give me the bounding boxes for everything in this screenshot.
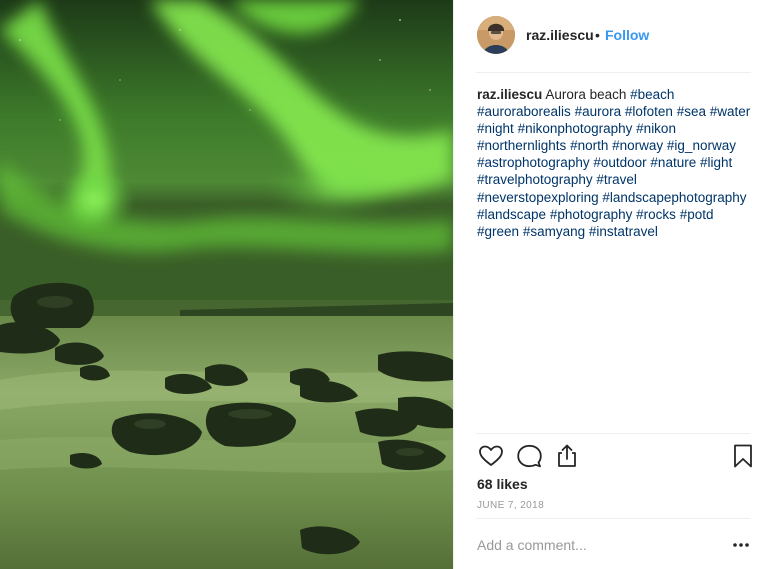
more-options-icon	[733, 543, 749, 547]
hashtag-link[interactable]: #nikonphotography	[518, 121, 633, 136]
bookmark-icon	[734, 444, 752, 468]
share-button[interactable]	[553, 442, 581, 470]
instagram-post: raz.iliescu • Follow raz.iliescu Aurora …	[0, 0, 768, 569]
hashtag-link[interactable]: #photography	[550, 207, 633, 222]
comment-divider	[476, 518, 750, 519]
hashtag-link[interactable]: #light	[700, 155, 732, 170]
hashtag-link[interactable]: #astrophotography	[477, 155, 590, 170]
comment-button[interactable]	[515, 442, 543, 470]
follow-button[interactable]: Follow	[605, 27, 649, 43]
hashtag-list: #beach #auroraborealis #aurora #lofoten …	[477, 87, 750, 239]
hashtag-link[interactable]: #samyang	[523, 224, 585, 239]
hashtag-link[interactable]: #ig_norway	[667, 138, 736, 153]
aurora-beach-image	[0, 0, 453, 569]
hashtag-link[interactable]: #instatravel	[589, 224, 658, 239]
more-options-button[interactable]	[731, 537, 751, 553]
likes-count[interactable]: 68 likes	[477, 476, 528, 492]
hashtag-link[interactable]: #water	[710, 104, 751, 119]
like-button[interactable]	[477, 442, 505, 470]
post-caption: raz.iliescu Aurora beach #beach #aurorab…	[477, 86, 757, 240]
speech-bubble-icon	[517, 444, 542, 468]
hashtag-link[interactable]: #landscape	[477, 207, 546, 222]
hashtag-link[interactable]: #neverstopexploring	[477, 190, 599, 205]
hashtag-link[interactable]: #nature	[650, 155, 696, 170]
avatar[interactable]	[477, 16, 515, 54]
profile-photo	[477, 16, 515, 54]
hashtag-link[interactable]: #rocks	[636, 207, 676, 222]
caption-username[interactable]: raz.iliescu	[477, 87, 542, 102]
comment-input[interactable]	[477, 535, 707, 555]
caption-text: Aurora beach	[545, 87, 627, 102]
post-header: raz.iliescu • Follow	[454, 0, 768, 73]
hashtag-link[interactable]: #auroraborealis	[477, 104, 571, 119]
share-icon	[558, 444, 576, 467]
hashtag-link[interactable]: #landscapephotography	[602, 190, 746, 205]
hashtag-link[interactable]: #northernlights	[477, 138, 566, 153]
hashtag-link[interactable]: #outdoor	[593, 155, 646, 170]
hashtag-link[interactable]: #green	[477, 224, 519, 239]
hashtag-link[interactable]: #travelphotography	[477, 172, 593, 187]
hashtag-link[interactable]: #aurora	[575, 104, 622, 119]
hashtag-link[interactable]: #potd	[680, 207, 714, 222]
hashtag-link[interactable]: #nikon	[636, 121, 676, 136]
hashtag-link[interactable]: #norway	[612, 138, 663, 153]
heart-icon	[479, 445, 503, 466]
save-button[interactable]	[729, 442, 757, 470]
post-date: JUNE 7, 2018	[477, 500, 545, 511]
hashtag-link[interactable]: #sea	[677, 104, 706, 119]
post-side-panel: raz.iliescu • Follow raz.iliescu Aurora …	[453, 0, 768, 569]
header-divider	[476, 72, 751, 73]
actions-divider	[476, 433, 750, 434]
hashtag-link[interactable]: #beach	[630, 87, 674, 102]
separator-dot: •	[595, 27, 600, 43]
hashtag-link[interactable]: #night	[477, 121, 514, 136]
hashtag-link[interactable]: #lofoten	[625, 104, 673, 119]
post-author-username[interactable]: raz.iliescu	[526, 27, 594, 43]
post-photo[interactable]	[0, 0, 453, 569]
hashtag-link[interactable]: #travel	[596, 172, 637, 187]
hashtag-link[interactable]: #north	[570, 138, 608, 153]
